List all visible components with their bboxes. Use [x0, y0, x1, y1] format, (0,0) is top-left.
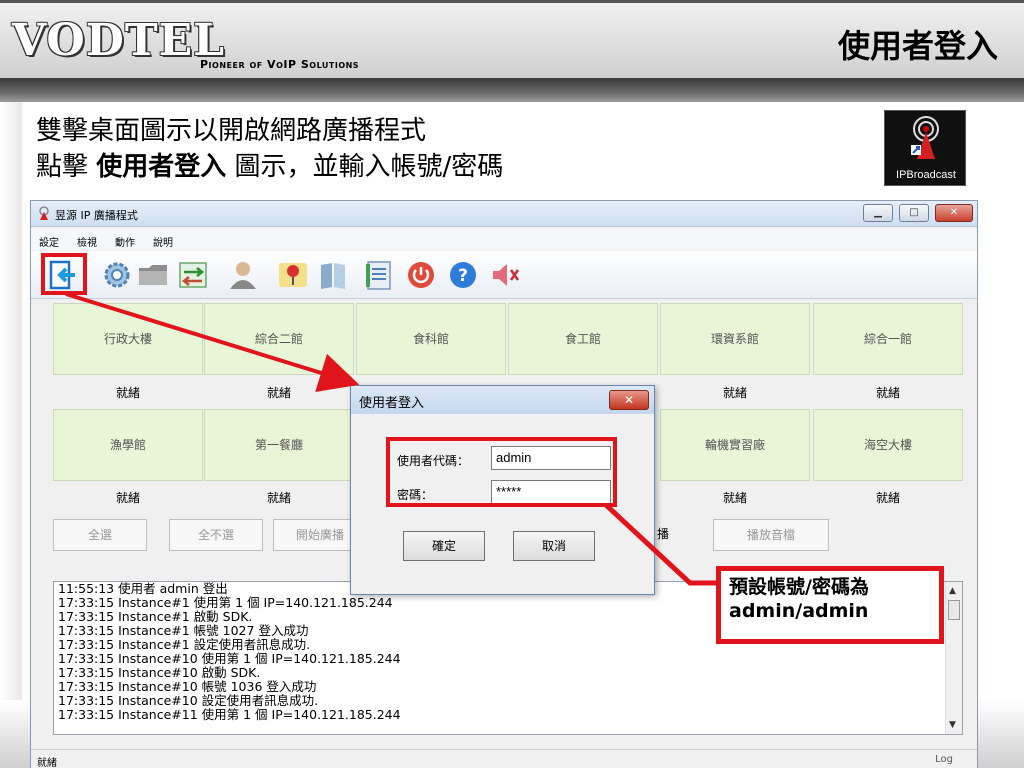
- window-title: 昱源 IP 廣播程式: [55, 209, 138, 222]
- building-tile[interactable]: 行政大樓: [53, 303, 203, 375]
- notepad-icon[interactable]: [363, 259, 395, 291]
- instruction-emphasis: 使用者登入: [96, 152, 227, 182]
- logo-tagline: Pioneer of VoIP Solutions: [200, 58, 360, 71]
- building-status: 就緒: [722, 386, 747, 400]
- scroll-thumb[interactable]: [948, 600, 960, 620]
- building-tile[interactable]: 環資系館: [660, 303, 810, 375]
- maximize-button[interactable]: □: [899, 204, 929, 222]
- callout-line-2: admin/admin: [729, 600, 869, 622]
- dialog-titlebar[interactable]: 使用者登入 ✕: [351, 386, 654, 414]
- building-status: 就緒: [875, 386, 900, 400]
- dialog-title: 使用者登入: [359, 396, 425, 411]
- instruction-text: 圖示，並輸入帳號/密碼: [226, 152, 504, 182]
- menu-view[interactable]: 檢視: [77, 234, 97, 249]
- building-tile[interactable]: 食工館: [508, 303, 658, 375]
- left-decoration: [0, 102, 22, 768]
- broadcast-tower-icon: [911, 116, 939, 159]
- settings-gear-icon[interactable]: [101, 259, 133, 291]
- menu-settings[interactable]: 設定: [39, 234, 59, 249]
- building-tile[interactable]: 海空大樓: [813, 409, 963, 481]
- user-icon[interactable]: [227, 259, 259, 291]
- svg-text:?: ?: [458, 266, 468, 286]
- building-tile[interactable]: 第一餐廳: [204, 409, 354, 481]
- dialog-close-button[interactable]: ✕: [609, 390, 649, 410]
- menu-bar: 設定 檢視 動作 說明: [31, 228, 977, 250]
- window-titlebar[interactable]: 昱源 IP 廣播程式 ▁ □ ✕: [31, 201, 977, 227]
- building-status: 就緒: [266, 386, 291, 400]
- building-status: 就緒: [115, 491, 140, 505]
- help-icon[interactable]: ?: [447, 259, 479, 291]
- header-divider-bar: [0, 78, 1024, 102]
- building-status: 就緒: [266, 491, 291, 505]
- log-line: 17:33:15 Instance#11 使用第 1 個 IP=140.121.…: [58, 707, 401, 722]
- close-button[interactable]: ✕: [935, 204, 973, 222]
- log-scrollbar[interactable]: ▲ ▼: [945, 582, 962, 734]
- minimize-button[interactable]: ▁: [863, 204, 893, 222]
- credentials-highlight: [386, 437, 617, 507]
- log-line: 17:33:15 Instance#10 帳號 1036 登入成功: [58, 679, 317, 694]
- building-status: 就緒: [722, 491, 747, 505]
- callout-line-1: 預設帳號/密碼為: [729, 576, 869, 598]
- login-icon-highlight: [41, 253, 87, 295]
- instruction-text: 點擊: [36, 152, 97, 182]
- log-line: 17:33:15 Instance#10 使用第 1 個 IP=140.121.…: [58, 651, 401, 666]
- slide-title: 使用者登入: [837, 27, 998, 65]
- vodtel-logo: VODTEL: [12, 15, 226, 66]
- deselect-all-button[interactable]: 全不選: [169, 519, 263, 551]
- ipbroadcast-desktop-icon[interactable]: IPBroadcast: [884, 110, 966, 186]
- building-status: 就緒: [115, 386, 140, 400]
- toolbar: ?: [31, 251, 977, 299]
- instruction-line-1: 雙擊桌面圖示以開啟網路廣播程式: [36, 116, 427, 146]
- ok-button[interactable]: 確定: [403, 531, 485, 561]
- status-log-label: Log: [935, 754, 953, 765]
- log-line: 17:33:15 Instance#10 啟動 SDK.: [58, 665, 261, 680]
- mute-speaker-icon[interactable]: [489, 259, 521, 291]
- partial-button-label: 播: [656, 527, 669, 541]
- building-tile[interactable]: 綜合一館: [813, 303, 963, 375]
- folder-icon[interactable]: [137, 259, 169, 291]
- menu-action[interactable]: 動作: [115, 234, 135, 249]
- building-tile[interactable]: 食科館: [356, 303, 506, 375]
- menu-help[interactable]: 說明: [153, 234, 173, 249]
- slide-header: VODTEL Pioneer of VoIP Solutions 使用者登入: [0, 0, 1024, 78]
- transfer-icon[interactable]: [177, 259, 209, 291]
- building-tile[interactable]: 綜合二館: [204, 303, 354, 375]
- desktop-icon-label: IPBroadcast: [896, 169, 956, 181]
- app-icon: [39, 206, 49, 220]
- select-all-button[interactable]: 全選: [53, 519, 147, 551]
- cancel-button[interactable]: 取消: [513, 531, 595, 561]
- building-status: 就緒: [875, 491, 900, 505]
- building-tile[interactable]: 漁學館: [53, 409, 203, 481]
- scroll-up-icon[interactable]: ▲: [949, 586, 956, 596]
- scroll-down-icon[interactable]: ▼: [949, 720, 956, 730]
- building-tile[interactable]: 輪機實習廠: [660, 409, 810, 481]
- instruction-line-2: 點擊 使用者登入 圖示，並輸入帳號/密碼: [36, 150, 503, 184]
- status-text: 就緒: [37, 758, 57, 768]
- default-credentials-callout: 預設帳號/密碼為 admin/admin: [716, 566, 944, 644]
- power-icon[interactable]: [405, 259, 437, 291]
- book-icon[interactable]: [317, 259, 349, 291]
- play-audio-button[interactable]: 播放音檔: [713, 519, 829, 551]
- log-line: 17:33:15 Instance#10 設定使用者訊息成功.: [58, 693, 319, 708]
- status-bar: 就緒 Log: [31, 749, 977, 768]
- map-pin-icon[interactable]: [277, 259, 309, 291]
